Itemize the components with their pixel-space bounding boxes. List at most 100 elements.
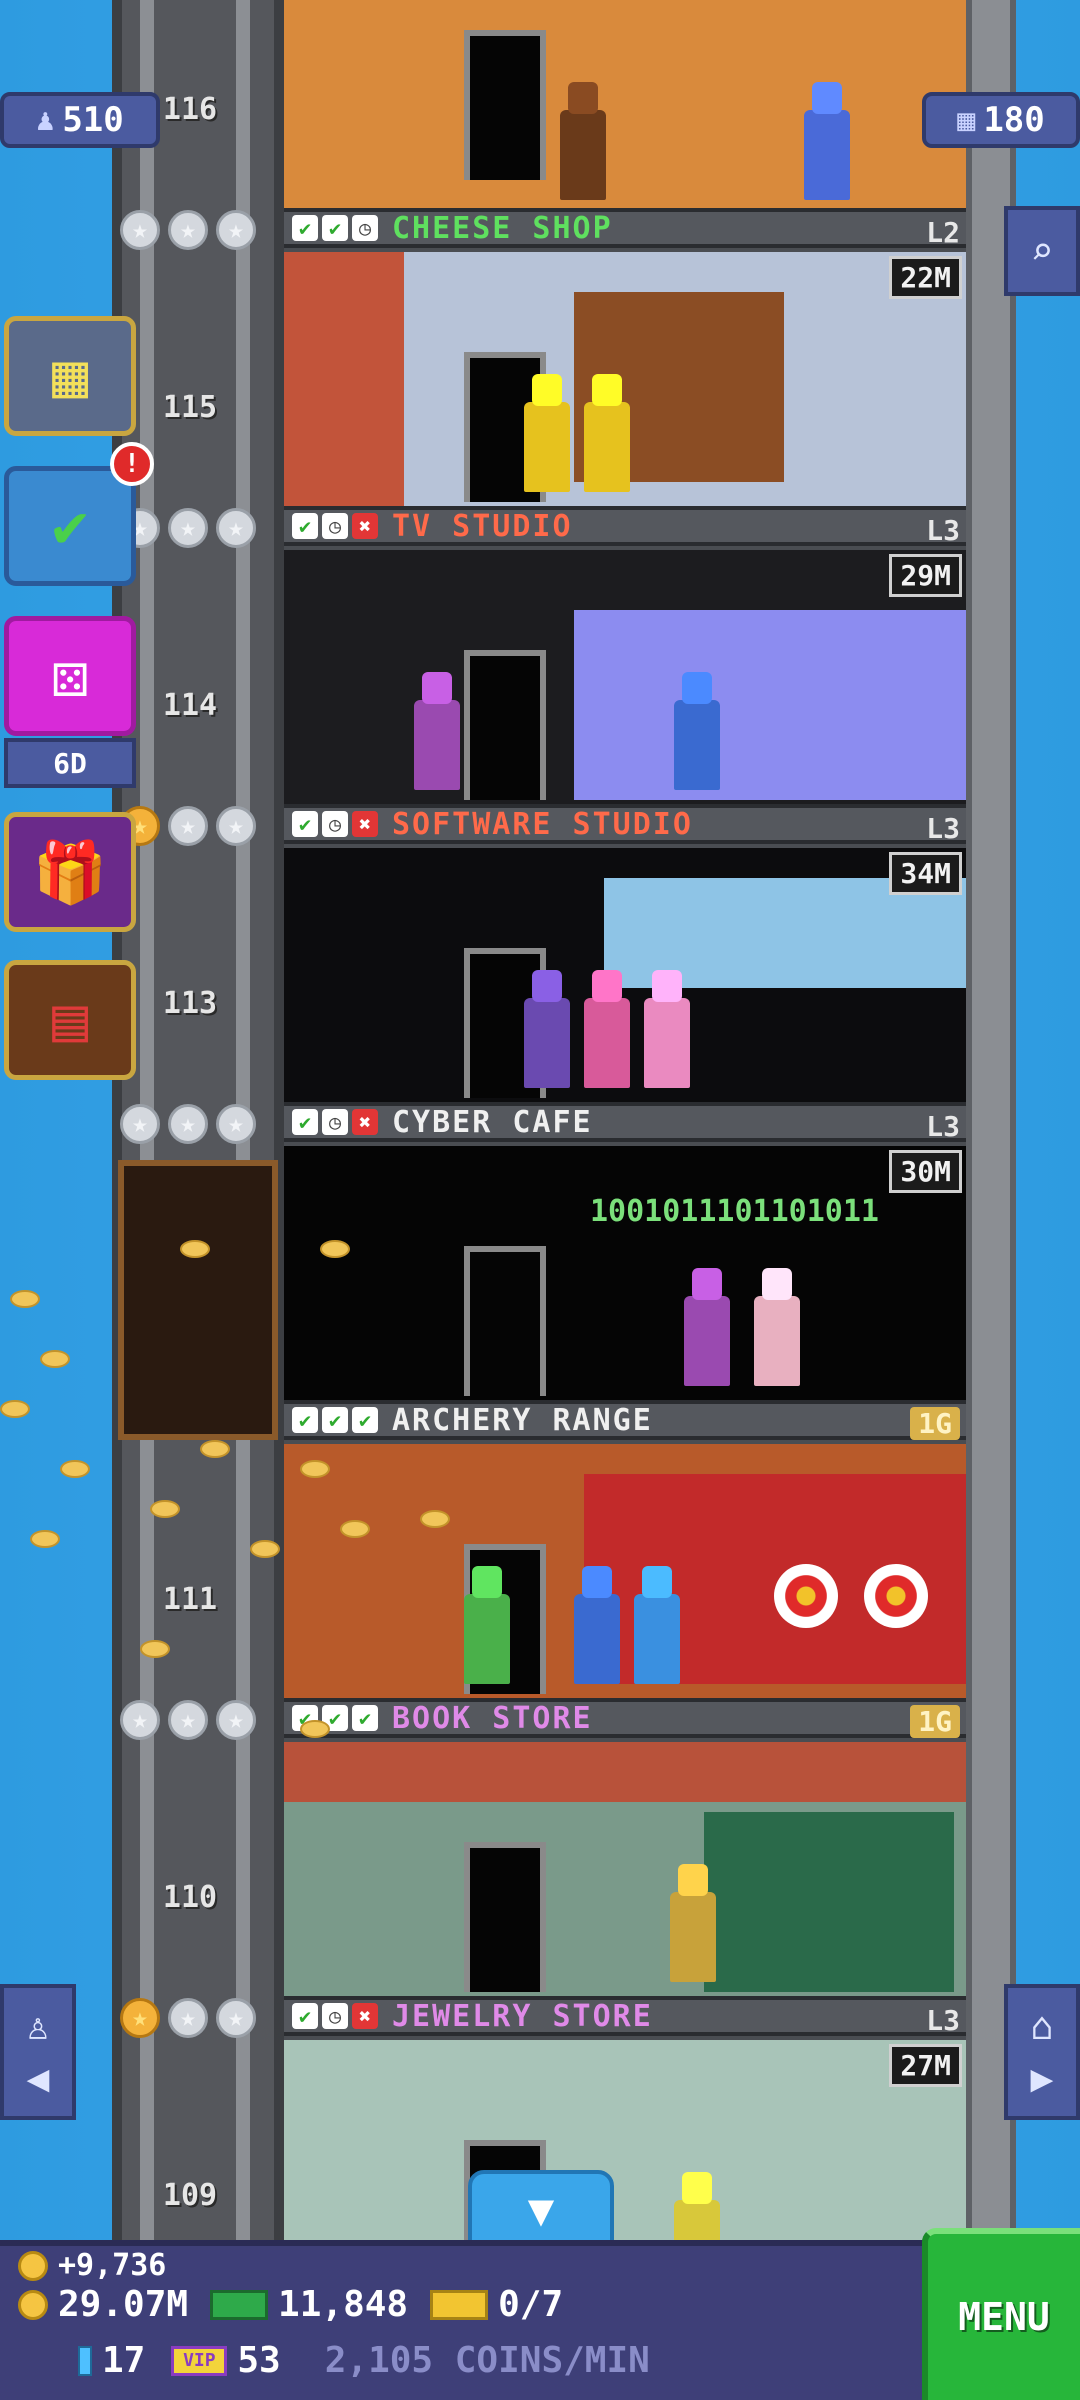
resident[interactable] <box>584 998 630 1088</box>
floor-name: CYBER CAFE <box>392 1104 593 1140</box>
shaft-floor-number: 111 <box>162 1582 218 1617</box>
floor-stars: ★ ★ ★ <box>120 806 260 846</box>
floor-room[interactable] <box>284 1742 966 1996</box>
missions-badge: ! <box>110 442 154 486</box>
build-floor-button[interactable]: ▦ <box>4 316 136 436</box>
building-icon: ▦ <box>957 102 976 138</box>
coin-particle <box>200 1440 230 1458</box>
x-icon: ✖ <box>352 2003 378 2029</box>
coin-particle <box>340 1520 370 1538</box>
shaft-floor-number: 113 <box>162 986 218 1021</box>
shaft-floor-number: 114 <box>162 688 218 723</box>
resident[interactable] <box>464 1594 510 1684</box>
floor-archery-range[interactable]: ✔ ✔ ✔ ARCHERY RANGE 1G <box>284 1400 966 1698</box>
floor-header: ✔ ◷ ✖ CYBER CAFE L3 <box>284 1102 966 1143</box>
home-floor-button[interactable]: ⌂ ▶ <box>1004 1984 1080 2120</box>
floor-header: ✔ ✔ ✔ BOOK STORE 1G <box>284 1698 966 1738</box>
check-icon: ✔ <box>322 215 348 241</box>
population-counter[interactable]: ♟ 510 <box>0 92 160 148</box>
floor-stars: ★ ★ ★ <box>120 1998 260 2038</box>
menu-button[interactable]: MENU <box>922 2228 1080 2400</box>
person-icon: ♟ <box>36 102 55 138</box>
archery-target <box>864 1564 928 1628</box>
magnifier-icon: ⌕ <box>1030 229 1054 273</box>
clock-icon: ◷ <box>322 2003 348 2029</box>
coins-gain-row: +9,736 <box>18 2248 166 2283</box>
bottom-hud: +9,736 29.07M 11,848 0/7 17 VIP 53 2,105… <box>0 2240 1080 2400</box>
floor-level-badge: 1G <box>910 1407 960 1440</box>
home-icon: ⌂ <box>1030 2004 1054 2048</box>
dice-icon: ⚄ <box>51 641 89 711</box>
floor-room[interactable] <box>284 848 966 1102</box>
floor-value: 29M <box>889 554 962 597</box>
floor-cyber-cafe[interactable]: ✔ ◷ ✖ CYBER CAFE L3 1001011101101011 30M <box>284 1102 966 1400</box>
tickets-count: 0/7 <box>498 2284 564 2325</box>
building-right-rail <box>966 0 1016 2240</box>
check-icon: ✔ <box>352 1407 378 1433</box>
star-icon: ★ <box>168 1104 208 1144</box>
resident[interactable] <box>754 1296 800 1386</box>
dice-timer: 6D <box>4 738 136 788</box>
resident[interactable] <box>574 1594 620 1684</box>
gift-button[interactable]: 🎁 <box>4 812 136 932</box>
resident[interactable] <box>584 402 630 492</box>
floor-room[interactable] <box>284 550 966 804</box>
resident[interactable] <box>684 1296 730 1386</box>
coins-gain: +9,736 <box>58 2248 167 2283</box>
floor-software-studio[interactable]: ✔ ◷ ✖ SOFTWARE STUDIO L3 34M <box>284 804 966 1102</box>
floor-116-room[interactable] <box>284 0 966 208</box>
floors-counter[interactable]: ▦ 180 <box>922 92 1080 148</box>
bux-total: 11,848 <box>278 2284 409 2325</box>
floor-room[interactable]: 1001011101101011 <box>284 1146 966 1400</box>
check-icon: ✔ <box>292 1407 318 1433</box>
shaft-floor-number: 110 <box>162 1880 218 1915</box>
star-icon: ★ <box>168 210 208 250</box>
coins-row[interactable]: 29.07M 11,848 0/7 <box>18 2284 563 2325</box>
clock-icon: ◷ <box>322 811 348 837</box>
floor-cheese-shop[interactable]: ✔ ✔ ◷ CHEESE SHOP L2 22M <box>284 208 966 506</box>
shaft-floor-number: 116 <box>162 92 218 127</box>
binary-sign: 1001011101101011 <box>590 1194 879 1229</box>
resident[interactable] <box>670 1892 716 1982</box>
resident[interactable] <box>414 700 460 790</box>
elevator-car[interactable] <box>118 1160 278 1440</box>
gem-icon <box>78 2345 92 2376</box>
archery-target <box>774 1564 838 1628</box>
resident[interactable] <box>674 700 720 790</box>
floor-room[interactable] <box>284 252 966 506</box>
floor-value: 22M <box>889 256 962 299</box>
resident[interactable] <box>560 110 606 200</box>
missions-button[interactable]: ✔ <box>4 466 136 586</box>
floor-room[interactable] <box>284 1444 966 1698</box>
floor-stars: ★ ★ ★ <box>120 508 260 548</box>
floor-tv-studio[interactable]: ✔ ◷ ✖ TV STUDIO L3 29M <box>284 506 966 804</box>
resident[interactable] <box>524 998 570 1088</box>
x-icon: ✖ <box>352 513 378 539</box>
resident[interactable] <box>524 402 570 492</box>
resident[interactable] <box>804 110 850 200</box>
dice-button[interactable]: ⚄ <box>4 616 136 736</box>
market-stall-icon: ▤ <box>51 985 89 1055</box>
star-icon: ★ <box>168 508 208 548</box>
coin-particle <box>40 1350 70 1368</box>
resident[interactable] <box>644 998 690 1088</box>
star-icon-gold: ★ <box>120 1998 160 2038</box>
floor-book-store[interactable]: ✔ ✔ ✔ BOOK STORE 1G <box>284 1698 966 1996</box>
check-icon: ✔ <box>352 1705 378 1731</box>
floor-value: 27M <box>889 2044 962 2087</box>
search-button[interactable]: ⌕ <box>1004 206 1080 296</box>
floor-status-icons: ✔ ◷ ✖ <box>292 2003 378 2029</box>
floor-status-icons: ✔ ◷ ✖ <box>292 513 378 539</box>
market-button[interactable]: ▤ <box>4 960 136 1080</box>
elevator-down-button[interactable]: ♙ ◀ <box>0 1984 76 2120</box>
resident[interactable] <box>634 1594 680 1684</box>
coin-particle <box>250 1540 280 1558</box>
scroll-down-button[interactable]: ▼ <box>468 2170 614 2250</box>
coins-rate: 2,105 COINS/MIN <box>324 2340 650 2381</box>
coin-icon <box>18 2250 48 2281</box>
gems-count: 17 <box>102 2340 146 2381</box>
gems-row[interactable]: 17 VIP 53 2,105 COINS/MIN <box>78 2340 650 2381</box>
floor-status-icons: ✔ ◷ ✖ <box>292 811 378 837</box>
star-icon: ★ <box>216 1998 256 2038</box>
coin-particle <box>0 1400 30 1418</box>
